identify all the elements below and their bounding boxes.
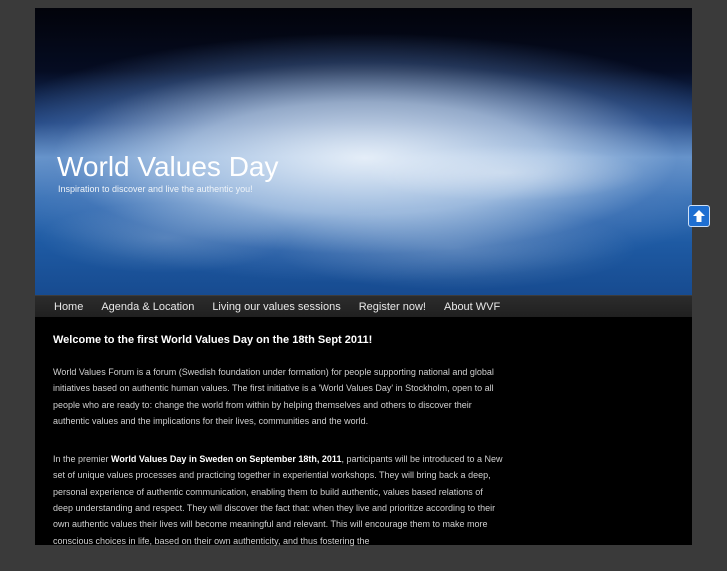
article-paragraph-2: In the premier World Values Day in Swede…	[53, 451, 503, 549]
page-container: World Values Day Inspiration to discover…	[35, 8, 692, 546]
paragraph-2-prefix: In the premier	[53, 454, 112, 465]
header-image: World Values Day Inspiration to discover…	[35, 8, 692, 295]
nav-item-living-our-values-sessions[interactable]: Living our values sessions	[212, 301, 340, 313]
nav-item-about-wvf[interactable]: About WVF	[444, 301, 500, 313]
site-tagline: Inspiration to discover and live the aut…	[58, 184, 253, 194]
scroll-to-top-button[interactable]	[688, 205, 710, 227]
paragraph-2-body: , participants will be introduced to a N…	[53, 454, 503, 546]
article: Welcome to the first World Values Day on…	[53, 334, 503, 571]
article-paragraph-1: World Values Forum is a forum (Swedish f…	[53, 367, 494, 426]
nav-item-agenda-location[interactable]: Agenda & Location	[101, 301, 194, 313]
nav-item-home[interactable]: Home	[54, 301, 83, 313]
main-navigation: Home Agenda & Location Living our values…	[35, 295, 692, 317]
arrow-up-icon	[693, 210, 705, 222]
article-heading: Welcome to the first World Values Day on…	[53, 334, 373, 346]
site-title[interactable]: World Values Day	[57, 151, 279, 183]
event-date-highlight: World Values Day in Sweden on September …	[111, 454, 342, 465]
nav-item-register-now[interactable]: Register now!	[359, 301, 426, 313]
